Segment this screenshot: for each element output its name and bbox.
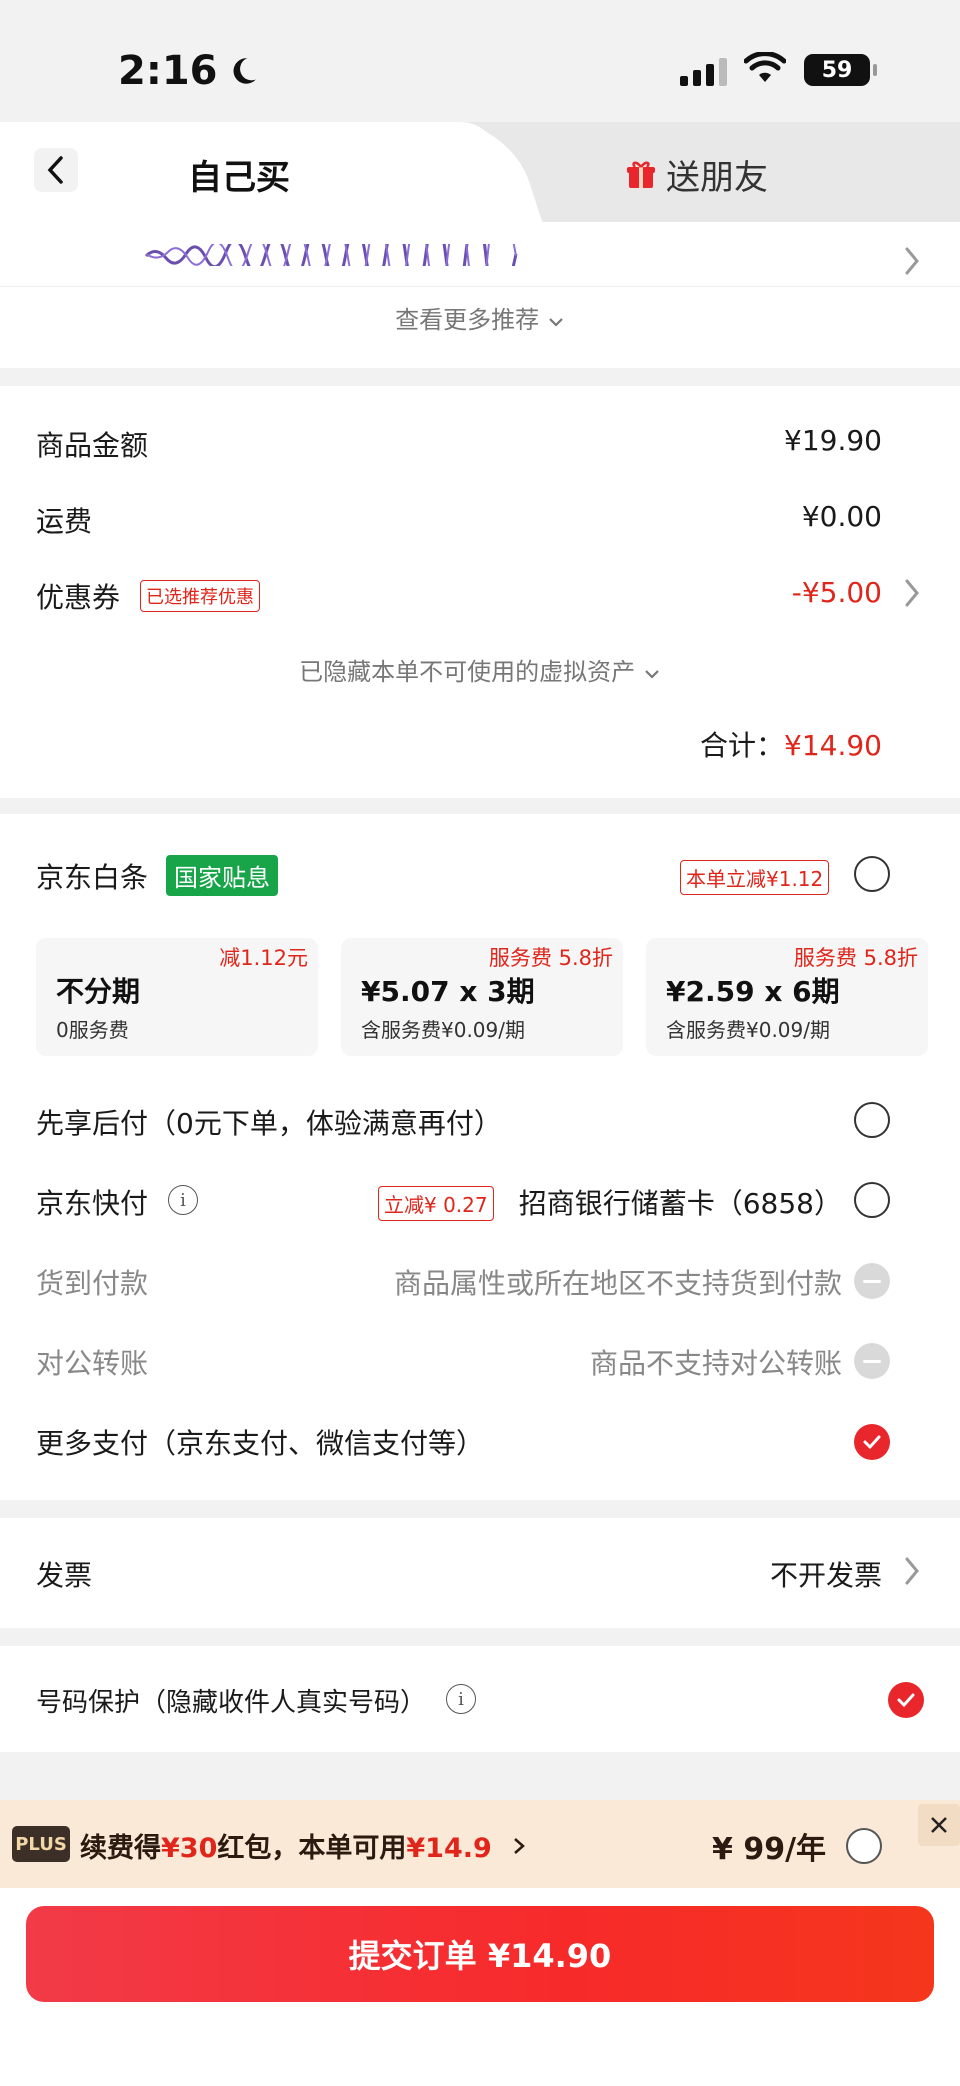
- plan-tag: 减1.12元: [219, 946, 308, 970]
- shipping-label: 运费: [36, 505, 93, 538]
- hidden-assets-toggle[interactable]: 已隐藏本单不可使用的虚拟资产: [0, 652, 960, 687]
- payment-card: [0, 814, 960, 1500]
- hidden-assets-label: 已隐藏本单不可使用的虚拟资产: [299, 658, 636, 686]
- total-value: ¥14.90: [784, 729, 882, 762]
- close-button[interactable]: [918, 1804, 960, 1846]
- coupon-label: 优惠券: [36, 581, 121, 614]
- transfer-label: 对公转账: [36, 1347, 149, 1380]
- baitiao-discount-tag: 本单立减¥1.12: [680, 860, 830, 895]
- tab-gift-friend[interactable]: 送朋友: [626, 150, 768, 199]
- subsidy-badge: 国家贴息: [166, 855, 278, 896]
- tab-gift-friend-label: 送朋友: [666, 158, 768, 198]
- transfer-note: 商品不支持对公转账: [589, 1347, 842, 1380]
- total-row: 合计：¥14.90: [700, 724, 882, 764]
- plan-sub: 含服务费¥0.09/期: [361, 1018, 525, 1042]
- divider: [0, 286, 960, 287]
- plan-main: 不分期: [56, 975, 141, 1008]
- more-pay-radio-checked[interactable]: [854, 1424, 890, 1460]
- moon-icon: [233, 58, 256, 84]
- battery-icon: 59: [804, 54, 877, 86]
- chevron-right-icon: [514, 1838, 526, 1854]
- transfer-radio-disabled: [854, 1343, 890, 1379]
- chevron-left-icon: [47, 156, 63, 184]
- plan-option-3[interactable]: 服务费 5.8折 ¥5.07 x 3期 含服务费¥0.09/期: [341, 938, 623, 1056]
- plus-text-red1: ¥30: [161, 1833, 218, 1864]
- gift-icon: [627, 161, 655, 188]
- cod-radio-disabled: [854, 1263, 890, 1299]
- plus-text-red2: ¥14.9: [406, 1833, 492, 1864]
- plan-sub: 0服务费: [56, 1018, 129, 1042]
- cod-label: 货到付款: [36, 1267, 149, 1300]
- plan-sub: 含服务费¥0.09/期: [666, 1018, 830, 1042]
- plan-main: ¥5.07 x 3期: [361, 975, 535, 1008]
- battery-level: 59: [821, 57, 853, 83]
- cellular-signal-icon: [680, 58, 727, 86]
- plus-logo: PLUS: [12, 1826, 70, 1862]
- plus-price: ¥ 99/年: [712, 1832, 827, 1867]
- more-recommend-link[interactable]: 查看更多推荐: [0, 300, 960, 335]
- plan-tag: 服务费 5.8折: [488, 946, 613, 970]
- quickpay-card[interactable]: 招商银行储蓄卡（6858）: [519, 1182, 842, 1222]
- quickpay-radio[interactable]: [854, 1182, 890, 1218]
- quickpay-discount-tag: 立减¥ 0.27: [378, 1186, 494, 1221]
- plus-promo-text: 续费得¥30红包，本单可用¥14.9: [80, 1826, 527, 1865]
- plan-main: ¥2.59 x 6期: [666, 975, 840, 1008]
- plus-text-a: 续费得: [80, 1833, 161, 1864]
- chevron-down-icon: [645, 670, 659, 679]
- baitiao-radio[interactable]: [854, 856, 890, 892]
- chevron-right-icon[interactable]: [902, 244, 922, 278]
- phone-protect-checked[interactable]: [888, 1682, 924, 1718]
- phone-protect-label: 号码保护（隐藏收件人真实号码）: [36, 1688, 427, 1718]
- close-icon: [931, 1817, 947, 1833]
- plan-option-0[interactable]: 减1.12元 不分期 0服务费: [36, 938, 318, 1056]
- shipping-value: ¥0.00: [801, 500, 882, 533]
- chevron-right-icon[interactable]: [902, 1554, 922, 1588]
- quickpay-label: 京东快付: [36, 1187, 149, 1220]
- back-button[interactable]: [34, 148, 78, 192]
- check-icon: [897, 1693, 915, 1708]
- submit-order-button[interactable]: 提交订单 ¥14.90: [26, 1906, 934, 2002]
- invoice-label: 发票: [36, 1559, 93, 1592]
- plus-radio[interactable]: [846, 1828, 882, 1864]
- baitiao-label: 京东白条: [36, 861, 149, 894]
- plan-tag: 服务费 5.8折: [793, 946, 918, 970]
- cod-note: 商品属性或所在地区不支持货到付款: [393, 1267, 842, 1300]
- plus-text-b: 红包，本单可用: [217, 1833, 407, 1864]
- coupon-value[interactable]: -¥5.00: [792, 576, 882, 609]
- info-icon[interactable]: i: [168, 1185, 198, 1215]
- status-time: 2:16: [118, 48, 260, 94]
- chevron-right-icon[interactable]: [902, 576, 922, 610]
- invoice-value: 不开发票: [769, 1559, 882, 1592]
- pay-later-radio[interactable]: [854, 1102, 890, 1138]
- goods-amount-value: ¥19.90: [784, 424, 882, 457]
- more-pay-label: 更多支付（京东支付、微信支付等）: [36, 1427, 485, 1460]
- plan-option-6[interactable]: 服务费 5.8折 ¥2.59 x 6期 含服务费¥0.09/期: [646, 938, 928, 1056]
- tab-self-buy-label: 自己买: [188, 158, 290, 198]
- wifi-icon: [744, 52, 786, 82]
- coupon-tag: 已选推荐优惠: [140, 580, 260, 612]
- total-label: 合计：: [700, 729, 785, 762]
- redacted-product-text: [144, 244, 518, 266]
- chevron-down-icon: [549, 318, 563, 327]
- more-recommend-label: 查看更多推荐: [395, 306, 540, 334]
- time-text: 2:16: [118, 48, 218, 94]
- goods-amount-label: 商品金额: [36, 429, 149, 462]
- check-icon: [863, 1435, 881, 1450]
- info-icon[interactable]: i: [446, 1684, 476, 1714]
- pay-later-label: 先享后付（0元下单，体验满意再付）: [36, 1107, 502, 1140]
